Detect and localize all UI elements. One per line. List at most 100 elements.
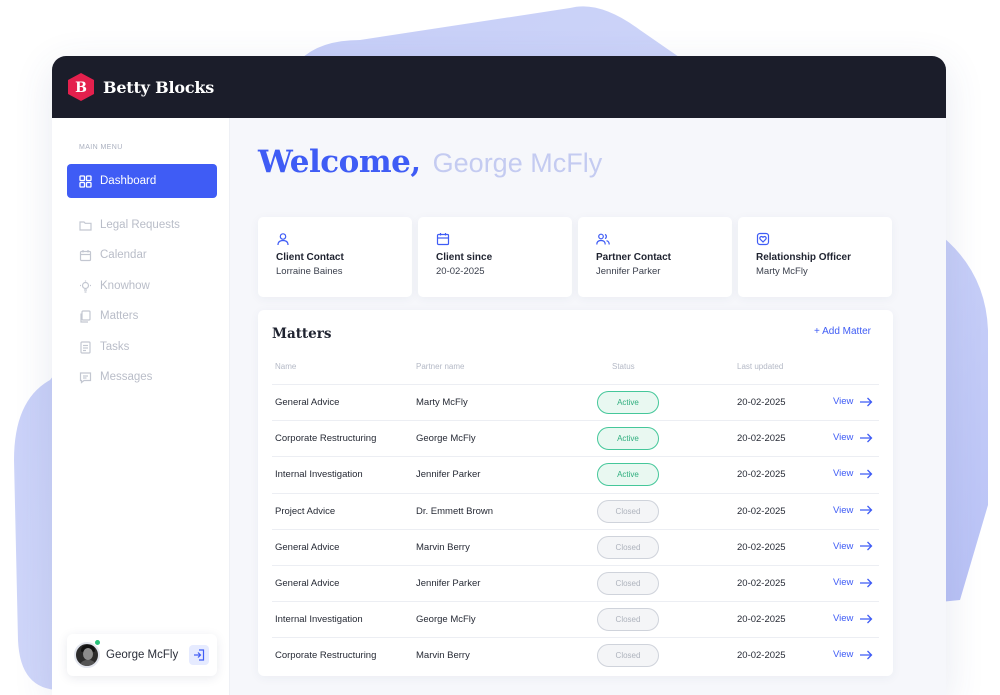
view-link[interactable]: View	[833, 577, 873, 588]
matter-name: Corporate Restructuring	[275, 650, 377, 662]
status-badge: Active	[597, 391, 659, 414]
document-icon	[79, 340, 92, 354]
arrow-right-icon	[860, 505, 873, 515]
view-link[interactable]: View	[833, 432, 873, 443]
add-matter-button[interactable]: + Add Matter	[814, 326, 871, 337]
info-label: Client since	[436, 252, 493, 263]
matter-name: General Advice	[275, 578, 340, 589]
partner-name: Dr. Emmett Brown	[416, 505, 494, 517]
status-badge: Closed	[597, 499, 659, 523]
column-header-last-updated: Last updated	[737, 362, 784, 371]
table-row: General Advice Jennifer Parker Closed 20-02…	[272, 565, 879, 601]
svg-text:B: B	[75, 80, 87, 96]
logout-button[interactable]	[189, 645, 209, 665]
table-row: Corporate Restructuring George McFly Activ…	[272, 420, 879, 456]
view-link[interactable]: View	[833, 396, 873, 407]
partner-name: Marty McFly	[416, 397, 468, 408]
page-title: Welcome, George McFly	[258, 144, 602, 180]
user-card: George McFly	[67, 634, 217, 676]
table-row: Internal Investigation Jennifer Parker Act…	[272, 456, 879, 492]
info-card-client-since: Client since 20-02-2025	[418, 217, 572, 297]
arrow-right-icon	[860, 397, 873, 406]
table-header: Name Partner name Status Last updated	[258, 360, 893, 384]
partner-name: Marvin Berry	[416, 650, 470, 662]
partner-name: George McFly	[416, 614, 476, 626]
matter-name: General Advice	[275, 397, 340, 408]
column-header-name: Name	[275, 362, 297, 371]
matter-name: Internal Investigation	[275, 469, 363, 481]
sidebar: MAIN MENU Dashboard Legal Requests Calen…	[52, 118, 230, 695]
table-row: Project Advice Dr. Emmett Brown Closed 20-0…	[272, 492, 879, 529]
online-status-dot	[94, 639, 101, 646]
folder-icon	[79, 219, 92, 232]
last-updated: 20-02-2025	[737, 650, 786, 662]
app-window: B Betty Blocks MAIN MENU Dashboard Legal…	[52, 56, 946, 695]
sidebar-item-legal-requests[interactable]: Legal Requests	[67, 208, 217, 242]
logout-icon	[194, 649, 205, 661]
view-link[interactable]: View	[833, 649, 873, 660]
view-label: View	[833, 468, 854, 480]
status-badge: Closed	[597, 535, 659, 559]
arrow-right-icon	[860, 578, 873, 587]
sidebar-item-label: Messages	[100, 371, 153, 383]
user-icon	[276, 232, 290, 246]
files-icon	[79, 309, 92, 323]
welcome-word: Welcome,	[258, 144, 421, 180]
info-value: Marty McFly	[756, 266, 808, 277]
info-card-partner-contact: Partner Contact Jennifer Parker	[578, 217, 732, 297]
info-card-relationship-officer: Relationship Officer Marty McFly	[738, 217, 892, 297]
heart-badge-icon	[756, 232, 770, 246]
table-row: General Advice Marty McFly Active 20-02-202…	[272, 384, 879, 420]
calendar-icon	[436, 232, 450, 246]
users-icon	[596, 232, 610, 246]
matters-panel: Matters + Add Matter Name Partner name S…	[258, 310, 893, 676]
grid-icon	[79, 174, 92, 188]
sidebar-item-messages[interactable]: Messages	[67, 360, 217, 394]
partner-name: Jennifer Parker	[416, 578, 481, 589]
matter-name: General Advice	[275, 541, 340, 553]
view-link[interactable]: View	[833, 468, 873, 479]
sidebar-item-tasks[interactable]: Tasks	[67, 330, 217, 364]
last-updated: 20-02-2025	[737, 541, 786, 553]
column-header-partner-name: Partner name	[416, 362, 465, 371]
info-card-client-contact: Client Contact Lorraine Baines	[258, 217, 412, 297]
last-updated: 20-02-2025	[737, 578, 786, 589]
status-badge: Closed	[597, 608, 659, 632]
view-link[interactable]: View	[833, 505, 873, 516]
calendar-icon	[79, 249, 92, 262]
view-label: View	[833, 396, 854, 407]
status-badge: Active	[597, 427, 659, 451]
status-badge: Closed	[597, 572, 659, 595]
sidebar-item-knowhow[interactable]: Knowhow	[67, 269, 217, 303]
sidebar-item-calendar[interactable]: Calendar	[67, 238, 217, 272]
arrow-right-icon	[860, 433, 873, 443]
table-row: Corporate Restructuring Marvin Berry Close…	[272, 637, 879, 673]
info-value: 20-02-2025	[436, 266, 485, 277]
partner-name: Marvin Berry	[416, 541, 470, 553]
view-label: View	[833, 649, 854, 661]
table-row: General Advice Marvin Berry Closed 20-02-20…	[272, 528, 879, 565]
info-value: Jennifer Parker	[596, 266, 661, 277]
matter-name: Project Advice	[275, 505, 336, 517]
sidebar-item-matters[interactable]: Matters	[67, 299, 217, 333]
table-row: Internal Investigation George McFly Closed…	[272, 601, 879, 637]
sidebar-item-dashboard[interactable]: Dashboard	[67, 164, 217, 198]
arrow-right-icon	[860, 650, 873, 660]
sidebar-item-label: Knowhow	[100, 280, 150, 292]
status-badge: Closed	[597, 644, 659, 668]
view-label: View	[833, 504, 854, 516]
partner-name: George McFly	[416, 433, 476, 445]
betty-blocks-logo-icon[interactable]: B	[66, 72, 96, 102]
sidebar-item-label: Dashboard	[100, 175, 157, 187]
sidebar-item-label: Matters	[100, 310, 139, 322]
view-label: View	[833, 540, 854, 552]
last-updated: 20-02-2025	[737, 469, 786, 481]
matter-name: Internal Investigation	[275, 614, 363, 626]
view-link[interactable]: View	[833, 541, 873, 552]
matters-title: Matters	[272, 326, 332, 342]
view-link[interactable]: View	[833, 613, 873, 624]
partner-name: Jennifer Parker	[416, 469, 481, 481]
matter-name: Corporate Restructuring	[275, 433, 377, 445]
view-label: View	[833, 432, 854, 444]
last-updated: 20-02-2025	[737, 614, 786, 626]
